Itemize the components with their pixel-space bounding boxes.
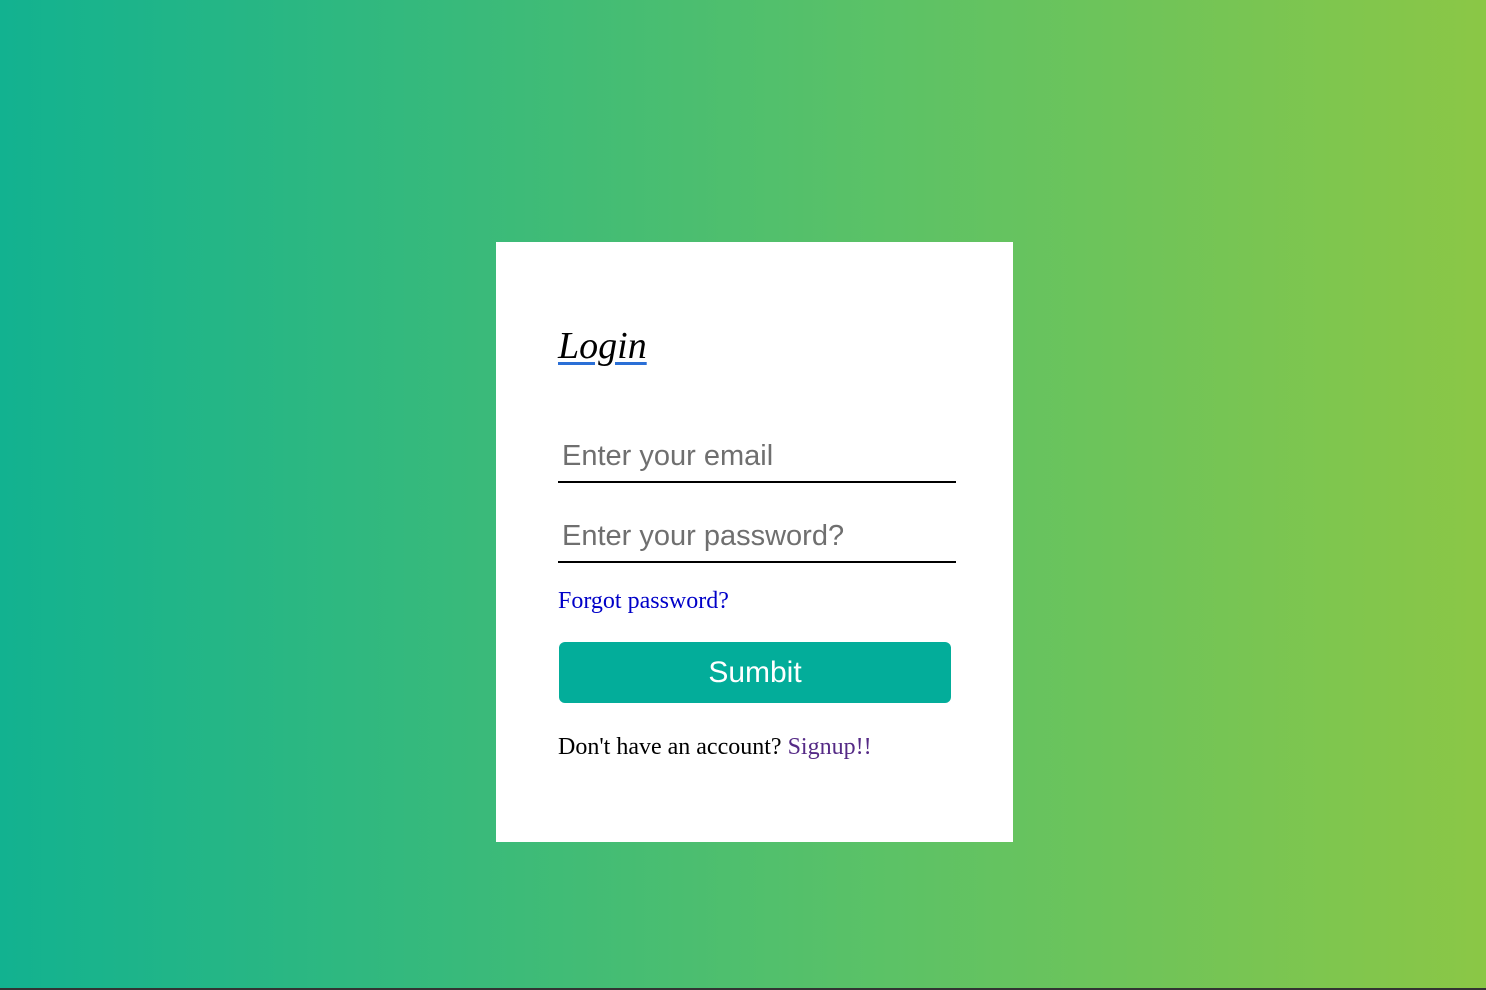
signup-row: Don't have an account? Signup!!: [558, 734, 872, 761]
login-title: Login: [558, 325, 647, 367]
password-input[interactable]: [558, 511, 956, 563]
email-input[interactable]: [558, 431, 956, 483]
no-account-text: Don't have an account?: [558, 734, 782, 760]
login-card: Login Forgot password? Sumbit Don't have…: [496, 242, 1013, 842]
forgot-password-link[interactable]: Forgot password?: [558, 588, 729, 615]
submit-button[interactable]: Sumbit: [559, 642, 951, 703]
signup-link[interactable]: Signup!!: [788, 734, 872, 760]
